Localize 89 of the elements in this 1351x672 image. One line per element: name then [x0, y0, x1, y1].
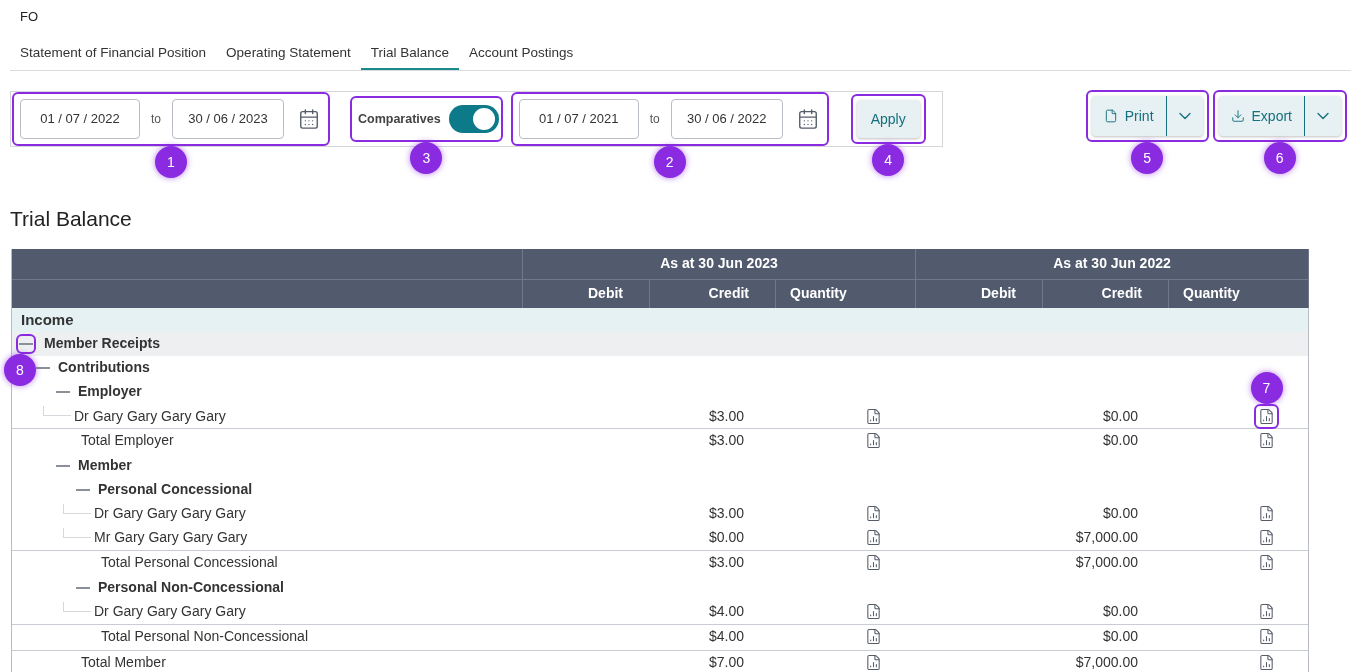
report-icon[interactable]: [1258, 653, 1275, 671]
credit-amount: $0.00: [1101, 602, 1139, 621]
callout-number: 8: [4, 353, 36, 386]
tree-connector: [63, 601, 91, 612]
total-label: Total Member: [80, 652, 167, 672]
report-icon[interactable]: [1258, 505, 1275, 522]
group-label: Employer: [78, 382, 142, 401]
date-field[interactable]: 30 / 06 / 2023: [172, 99, 284, 139]
credit-amount: $3.00: [707, 406, 745, 426]
report-icon[interactable]: [865, 505, 882, 522]
credit-amount: $7,000.00: [1074, 528, 1139, 547]
callout-number: 3: [410, 142, 443, 174]
button-label: Export: [1251, 106, 1292, 126]
credit-amount: $0.00: [1101, 626, 1139, 646]
callout-number: 2: [653, 146, 686, 178]
apply-button[interactable]: Apply: [856, 100, 920, 138]
credit-amount: $0.00: [1101, 430, 1139, 450]
report-icon[interactable]: [865, 529, 882, 546]
credit-amount: $3.00: [707, 430, 745, 450]
report-heading: Trial Balance: [10, 206, 133, 232]
document-icon: [1103, 109, 1118, 123]
credit-amount: $7,000.00: [1074, 652, 1139, 672]
column-header: Debit: [916, 278, 1043, 308]
period-header: As at 30 Jun 2023: [523, 248, 916, 279]
total-label: Total Employer: [80, 430, 175, 450]
column-header: Credit: [1043, 278, 1169, 308]
report-icon[interactable]: [1258, 603, 1275, 620]
credit-amount: $7,000.00: [1074, 552, 1139, 572]
column-header: Quantity: [776, 278, 916, 308]
column-header: Credit: [650, 278, 776, 308]
tree-connector: [63, 503, 91, 514]
report-tab[interactable]: Trial Balance: [360, 39, 459, 70]
range-label: to: [648, 111, 661, 128]
download-icon: [1230, 109, 1245, 123]
report-icon[interactable]: [1258, 553, 1275, 571]
credit-amount: $3.00: [707, 504, 745, 523]
column-header: Debit: [523, 278, 650, 308]
credit-amount: $4.00: [707, 626, 745, 646]
date-field[interactable]: 01 / 07 / 2022: [20, 99, 140, 139]
report-icon[interactable]: [1258, 431, 1275, 449]
callout-number: 6: [1263, 142, 1296, 174]
report-icon[interactable]: [865, 407, 882, 425]
credit-amount: $0.00: [707, 528, 745, 547]
callout-number: 4: [872, 144, 905, 176]
calendar-icon[interactable]: [796, 108, 819, 130]
split-button[interactable]: Export: [1218, 96, 1341, 136]
credit-amount: $0.00: [1101, 406, 1139, 426]
account-label[interactable]: Dr Gary Gary Gary Gary: [94, 503, 246, 524]
period-header: As at 30 Jun 2022: [916, 248, 1309, 279]
account-label[interactable]: Mr Gary Gary Gary Gary: [94, 527, 248, 548]
credit-amount: $4.00: [707, 602, 745, 621]
column-header: Quantity: [1169, 278, 1309, 308]
callout-number: 5: [1131, 142, 1164, 174]
group-label: Member: [78, 456, 132, 475]
report-icon[interactable]: [865, 627, 882, 645]
report-icon[interactable]: [865, 653, 882, 671]
date-field[interactable]: 01 / 07 / 2021: [518, 99, 639, 139]
total-label: Total Personal Non-Concessional: [100, 626, 309, 646]
report-icon[interactable]: [865, 603, 882, 620]
group-label: Personal Concessional: [98, 480, 253, 499]
report-icon[interactable]: [865, 431, 882, 449]
button-label: Print: [1124, 106, 1154, 126]
account-label[interactable]: Dr Gary Gary Gary Gary: [94, 601, 246, 622]
credit-amount: $0.00: [1101, 504, 1139, 523]
page-title: FO: [19, 8, 40, 26]
tree-connector: [63, 527, 91, 538]
report-icon[interactable]: [1258, 529, 1275, 546]
credit-amount: $7.00: [707, 652, 745, 672]
report-tab[interactable]: Statement of Financial Position: [10, 39, 217, 70]
range-label: to: [150, 111, 162, 128]
tree-connector: [43, 406, 71, 416]
group-label: Member Receipts: [44, 334, 160, 353]
total-label: Total Personal Concessional: [100, 552, 279, 572]
comparatives-label: Comparatives: [358, 110, 441, 128]
split-button[interactable]: Print: [1091, 96, 1203, 136]
callout-number: 7: [1250, 371, 1283, 404]
report-icon[interactable]: [1258, 627, 1275, 645]
credit-amount: $3.00: [707, 552, 745, 572]
toggle-switch[interactable]: [448, 105, 499, 133]
report-tab[interactable]: Account Postings: [459, 39, 584, 70]
group-label: Personal Non-Concessional: [98, 578, 284, 597]
account-label[interactable]: Dr Gary Gary Gary Gary: [74, 405, 226, 427]
section-label: Income: [21, 310, 74, 330]
report-icon[interactable]: [865, 553, 882, 571]
date-field[interactable]: 30 / 06 / 2022: [670, 99, 783, 139]
report-tab[interactable]: Operating Statement: [216, 39, 361, 70]
calendar-icon[interactable]: [298, 108, 320, 130]
group-label: Contributions: [58, 358, 150, 377]
callout-number: 1: [155, 146, 187, 178]
